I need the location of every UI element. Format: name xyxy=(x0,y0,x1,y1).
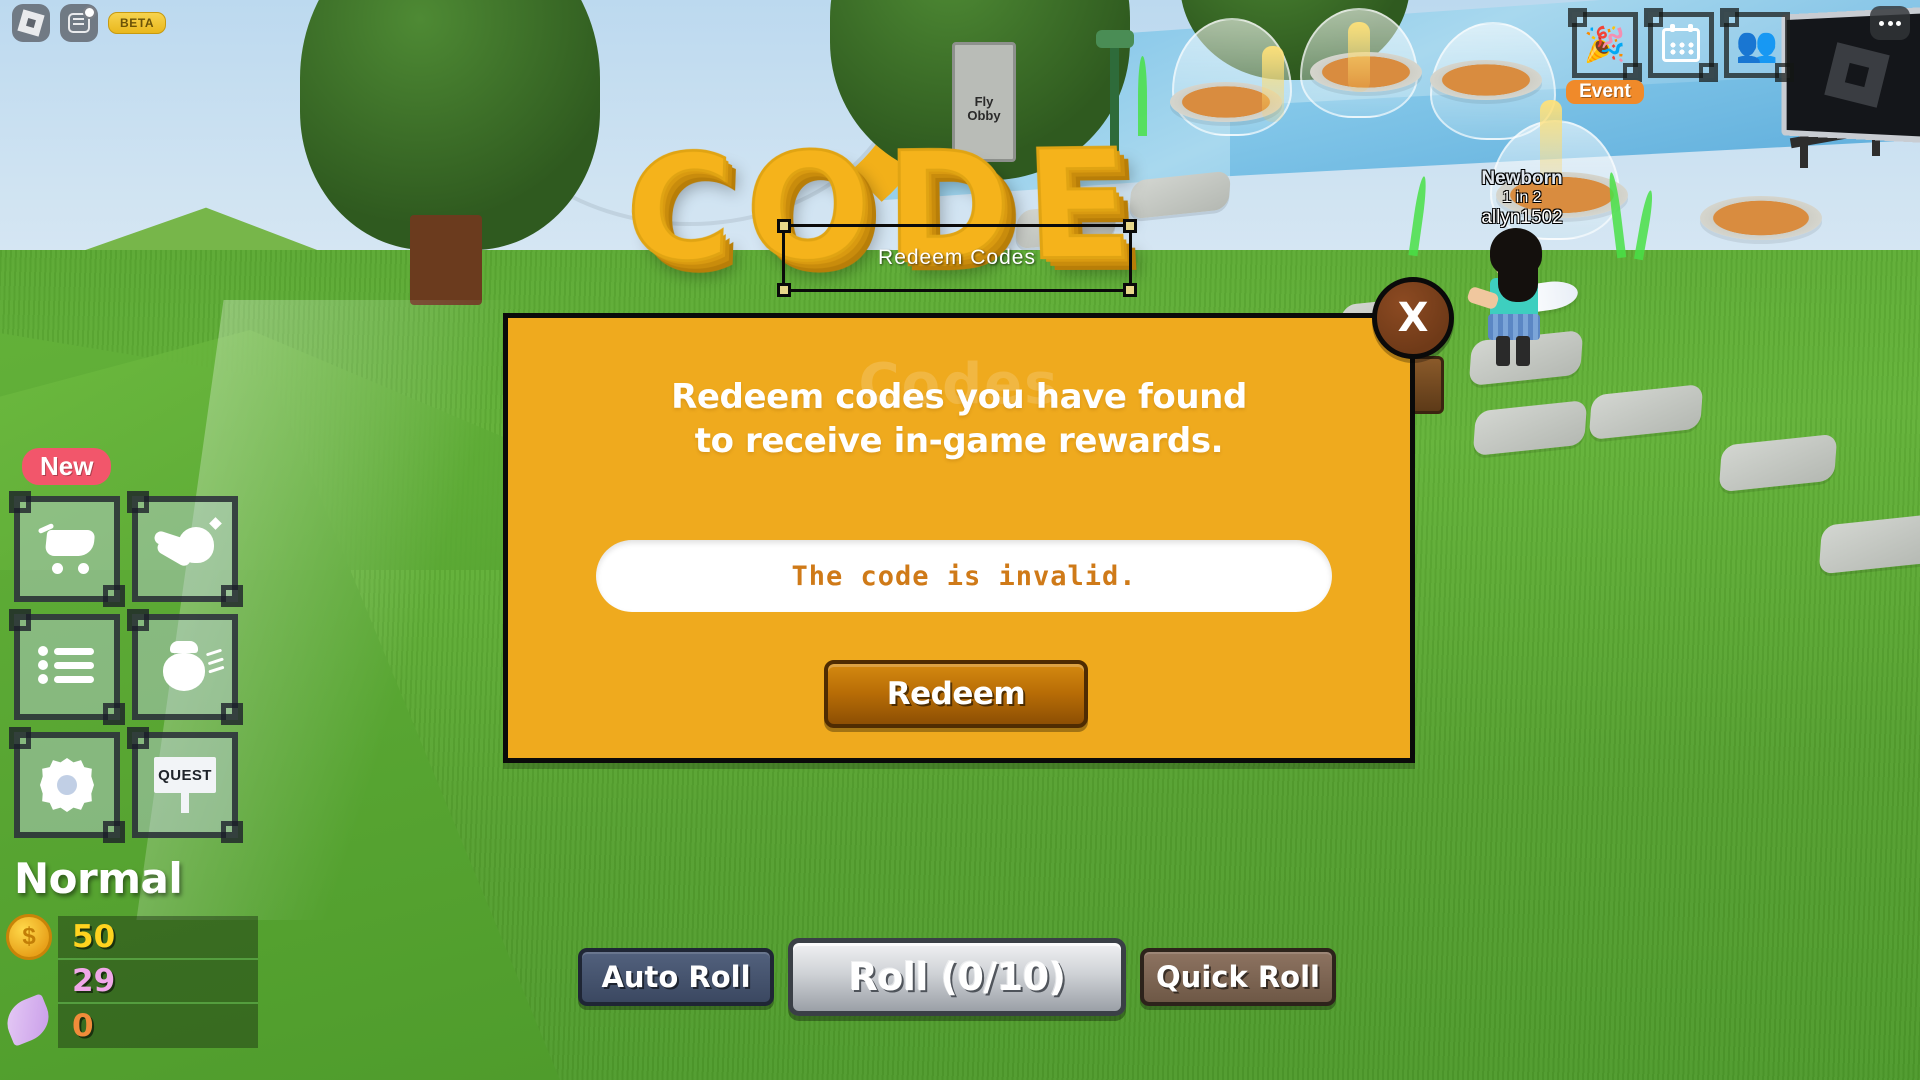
sidebar-item-quest[interactable]: QUEST xyxy=(126,726,244,844)
avatar-leg-left xyxy=(1496,336,1510,366)
left-sidebar: QUEST xyxy=(8,490,244,844)
panel-description-line1: Redeem codes you have found xyxy=(671,377,1247,417)
redeem-codes-title: Redeem Codes xyxy=(878,246,1036,269)
tree-trunk-left xyxy=(410,215,482,305)
event-label: Event xyxy=(1566,80,1644,104)
close-icon[interactable]: X xyxy=(1372,277,1454,359)
chat-icon[interactable] xyxy=(60,4,98,42)
pet-icon xyxy=(152,517,222,575)
player-nameplate: Newborn 1 in 2 allyn1502 xyxy=(1412,168,1632,228)
panel-description-line2: to receive in-game rewards. xyxy=(694,420,1224,461)
studio-selection-box[interactable]: Redeem Codes xyxy=(777,219,1137,297)
top-right-icon-group: 🎉 Event 👥 xyxy=(1566,8,1794,104)
index-list-icon xyxy=(38,646,96,688)
roblox-topbar: BETA xyxy=(12,4,167,42)
avatar-hair-back xyxy=(1498,262,1538,302)
code-input[interactable] xyxy=(596,540,1332,612)
light-beam-2 xyxy=(1348,22,1370,92)
quick-roll-button[interactable]: Quick Roll xyxy=(1140,948,1336,1006)
coin-icon: $ xyxy=(6,914,52,960)
code-input-container xyxy=(596,540,1332,612)
gear-icon xyxy=(40,758,94,812)
money-bag-icon xyxy=(158,641,223,693)
roll-button[interactable]: Roll (0/10) xyxy=(788,938,1126,1016)
nameplate-rarity: Newborn xyxy=(1481,168,1563,189)
light-beam-1 xyxy=(1262,46,1284,122)
sidebar-item-settings[interactable] xyxy=(8,726,126,844)
feather-value: 29 xyxy=(72,963,116,999)
beta-badge: BETA xyxy=(108,12,167,34)
roblox-logo-glyph xyxy=(17,9,45,37)
fly-obby-sign-text: Fly Obby xyxy=(967,94,1001,123)
sidebar-item-shop[interactable] xyxy=(8,490,126,608)
sidebar-item-pets[interactable] xyxy=(126,490,244,608)
player-avatar xyxy=(1466,228,1580,366)
dot xyxy=(1896,20,1901,26)
lamp-head xyxy=(1096,30,1134,48)
nameplate-odds: 1 in 2 xyxy=(1502,189,1542,207)
sidebar-item-rewards[interactable] xyxy=(126,608,244,726)
park-bench-leg xyxy=(1800,138,1808,168)
spawn-pad-5 xyxy=(1700,196,1822,240)
spawn-pad-3 xyxy=(1430,60,1542,100)
difficulty-label: Normal xyxy=(14,854,183,903)
stat-row-feathers: 29 xyxy=(0,960,258,1047)
roll-button-bar: Auto Roll Roll (0/10) Quick Roll xyxy=(578,938,1336,1016)
quest-board-label: QUEST xyxy=(154,757,216,793)
panel-description: Redeem codes you have found to receive i… xyxy=(508,376,1410,463)
calendar-glyph xyxy=(1662,24,1700,62)
calendar-icon[interactable] xyxy=(1644,8,1718,82)
shop-cart-icon xyxy=(37,522,96,574)
notification-dot xyxy=(83,6,96,19)
nameplate-username: allyn1502 xyxy=(1481,207,1563,229)
coin-value: 50 xyxy=(72,919,116,955)
stats-panel: $ 50 29 0 xyxy=(0,914,258,1048)
more-options-icon[interactable] xyxy=(1870,6,1910,40)
stat-row-coins: $ 50 xyxy=(6,914,258,960)
roblox-logo-icon[interactable] xyxy=(12,4,50,42)
auto-roll-button[interactable]: Auto Roll xyxy=(578,948,774,1006)
party-popper-glyph: 🎉 xyxy=(1583,26,1627,64)
sidebar-item-index[interactable] xyxy=(8,608,126,726)
redeem-button[interactable]: Redeem xyxy=(824,660,1088,728)
event-icon[interactable]: 🎉 Event xyxy=(1566,8,1644,104)
stat-row-swords: 0 xyxy=(58,1004,258,1048)
sword-value: 0 xyxy=(72,1008,94,1044)
quest-board-icon: QUEST xyxy=(154,757,216,813)
dot xyxy=(1879,20,1884,26)
avatar-leg-right xyxy=(1516,336,1530,366)
game-screen: Fly Obby CODE Newborn 1 in 2 allyn1502 R… xyxy=(0,0,1920,1080)
tree-canopy-left xyxy=(300,0,600,250)
dot xyxy=(1887,20,1893,26)
new-badge: New xyxy=(22,448,112,485)
friends-glyph: 👥 xyxy=(1735,26,1779,64)
friends-icon[interactable]: 👥 xyxy=(1720,8,1794,82)
